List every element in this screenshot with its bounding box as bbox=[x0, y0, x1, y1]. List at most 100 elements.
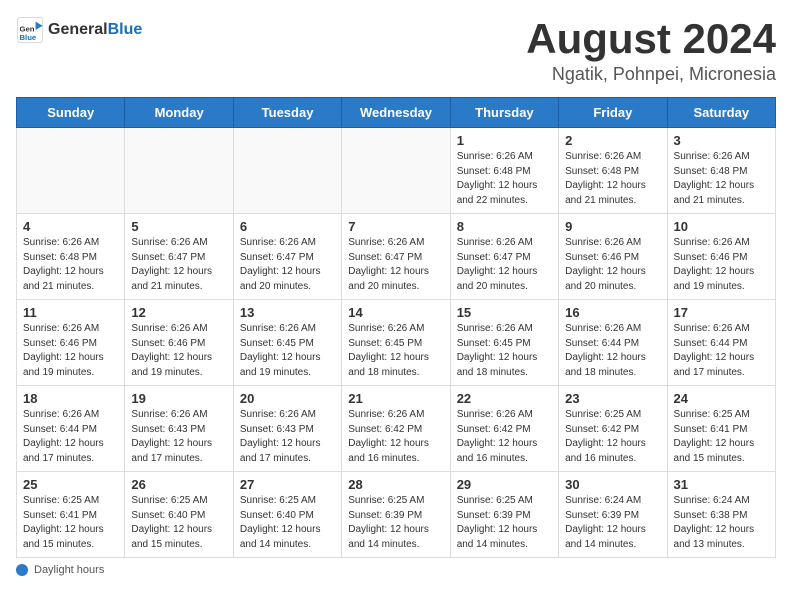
calendar-cell: 2Sunrise: 6:26 AM Sunset: 6:48 PM Daylig… bbox=[559, 128, 667, 214]
day-number: 3 bbox=[674, 133, 769, 148]
week-row-5: 25 Sunrise: 6:25 AM Sunset: 6:41 PM Dayli… bbox=[17, 472, 776, 558]
weekday-header-sunday: Sunday bbox=[17, 98, 125, 128]
day-number: 16 bbox=[565, 305, 660, 320]
day-number: 7 bbox=[348, 219, 443, 234]
calendar-cell: 21Sunrise: 6:26 AM Sunset: 6:42 PM Dayli… bbox=[342, 386, 450, 472]
calendar-cell: 15 Sunrise: 6:26 AM Sunset: 6:45 PM Dayli… bbox=[450, 300, 558, 386]
day-number: 23 bbox=[565, 391, 660, 406]
day-number: 12 bbox=[131, 305, 226, 320]
footer-note: Daylight hours bbox=[16, 564, 776, 576]
day-number: 11 bbox=[23, 305, 118, 320]
day-info: Sunrise: 6:24 AM Sunset: 6:39 PM Dayligh… bbox=[565, 494, 660, 552]
day-info: Sunrise: 6:25 AM Sunset: 6:41 PM Dayligh… bbox=[23, 494, 118, 552]
weekday-header-row: SundayMondayTuesdayWednesdayThursdayFrid… bbox=[17, 98, 776, 128]
day-info: Sunrise: 6:26 AM Sunset: 6:48 PM Dayligh… bbox=[674, 150, 769, 208]
day-number: 1 bbox=[457, 133, 552, 148]
day-info: Sunrise: 6:26 AM Sunset: 6:42 PM Dayligh… bbox=[457, 408, 552, 466]
day-number: 25 bbox=[23, 477, 118, 492]
weekday-header-thursday: Thursday bbox=[450, 98, 558, 128]
calendar-cell: 12Sunrise: 6:26 AM Sunset: 6:46 PM Dayli… bbox=[125, 300, 233, 386]
day-number: 6 bbox=[240, 219, 335, 234]
calendar-cell bbox=[342, 128, 450, 214]
day-info: Sunrise: 6:26 AM Sunset: 6:46 PM Dayligh… bbox=[565, 236, 660, 294]
logo-text: GeneralBlue bbox=[48, 21, 142, 39]
calendar-cell: 1 Sunrise: 6:26 AM Sunset: 6:48 PM Daylig… bbox=[450, 128, 558, 214]
day-number: 5 bbox=[131, 219, 226, 234]
day-number: 20 bbox=[240, 391, 335, 406]
day-number: 10 bbox=[674, 219, 769, 234]
calendar-cell: 10Sunrise: 6:26 AM Sunset: 6:46 PM Dayli… bbox=[667, 214, 775, 300]
day-info: Sunrise: 6:26 AM Sunset: 6:45 PM Dayligh… bbox=[348, 322, 443, 380]
day-number: 15 bbox=[457, 305, 552, 320]
svg-text:Blue: Blue bbox=[20, 33, 37, 42]
day-number: 27 bbox=[240, 477, 335, 492]
weekday-header-friday: Friday bbox=[559, 98, 667, 128]
day-number: 8 bbox=[457, 219, 552, 234]
calendar-cell: 18 Sunrise: 6:26 AM Sunset: 6:44 PM Dayli… bbox=[17, 386, 125, 472]
calendar-cell: 7 Sunrise: 6:26 AM Sunset: 6:47 PM Daylig… bbox=[342, 214, 450, 300]
logo-icon: Gen Blue bbox=[16, 16, 44, 44]
calendar-cell: 30 Sunrise: 6:24 AM Sunset: 6:39 PM Dayli… bbox=[559, 472, 667, 558]
day-number: 29 bbox=[457, 477, 552, 492]
calendar-cell: 14 Sunrise: 6:26 AM Sunset: 6:45 PM Dayli… bbox=[342, 300, 450, 386]
day-info: Sunrise: 6:26 AM Sunset: 6:43 PM Dayligh… bbox=[131, 408, 226, 466]
day-number: 24 bbox=[674, 391, 769, 406]
calendar-cell: 28Sunrise: 6:25 AM Sunset: 6:39 PM Dayli… bbox=[342, 472, 450, 558]
calendar-cell: 23Sunrise: 6:25 AM Sunset: 6:42 PM Dayli… bbox=[559, 386, 667, 472]
day-number: 30 bbox=[565, 477, 660, 492]
day-info: Sunrise: 6:26 AM Sunset: 6:47 PM Dayligh… bbox=[348, 236, 443, 294]
calendar-cell: 4 Sunrise: 6:26 AM Sunset: 6:48 PM Daylig… bbox=[17, 214, 125, 300]
day-number: 4 bbox=[23, 219, 118, 234]
weekday-header-monday: Monday bbox=[125, 98, 233, 128]
calendar-cell bbox=[125, 128, 233, 214]
calendar-cell: 24Sunrise: 6:25 AM Sunset: 6:41 PM Dayli… bbox=[667, 386, 775, 472]
daylight-dot bbox=[16, 564, 28, 576]
day-number: 22 bbox=[457, 391, 552, 406]
day-number: 18 bbox=[23, 391, 118, 406]
day-info: Sunrise: 6:26 AM Sunset: 6:44 PM Dayligh… bbox=[23, 408, 118, 466]
logo: Gen Blue GeneralBlue bbox=[16, 16, 142, 44]
calendar-cell: 29Sunrise: 6:25 AM Sunset: 6:39 PM Dayli… bbox=[450, 472, 558, 558]
day-number: 19 bbox=[131, 391, 226, 406]
day-info: Sunrise: 6:26 AM Sunset: 6:43 PM Dayligh… bbox=[240, 408, 335, 466]
day-info: Sunrise: 6:26 AM Sunset: 6:46 PM Dayligh… bbox=[23, 322, 118, 380]
day-number: 21 bbox=[348, 391, 443, 406]
subtitle: Ngatik, Pohnpei, Micronesia bbox=[526, 64, 776, 85]
logo-blue: Blue bbox=[108, 21, 143, 38]
day-info: Sunrise: 6:26 AM Sunset: 6:47 PM Dayligh… bbox=[131, 236, 226, 294]
calendar-cell: 27 Sunrise: 6:25 AM Sunset: 6:40 PM Dayli… bbox=[233, 472, 341, 558]
calendar-cell: 8 Sunrise: 6:26 AM Sunset: 6:47 PM Daylig… bbox=[450, 214, 558, 300]
calendar-cell: 17Sunrise: 6:26 AM Sunset: 6:44 PM Dayli… bbox=[667, 300, 775, 386]
day-info: Sunrise: 6:26 AM Sunset: 6:47 PM Dayligh… bbox=[457, 236, 552, 294]
day-number: 14 bbox=[348, 305, 443, 320]
main-title: August 2024 bbox=[526, 16, 776, 62]
calendar-cell: 20 Sunrise: 6:26 AM Sunset: 6:43 PM Dayli… bbox=[233, 386, 341, 472]
weekday-header-tuesday: Tuesday bbox=[233, 98, 341, 128]
daylight-label: Daylight hours bbox=[34, 564, 104, 576]
day-number: 9 bbox=[565, 219, 660, 234]
day-number: 13 bbox=[240, 305, 335, 320]
day-number: 2 bbox=[565, 133, 660, 148]
calendar-cell: 13 Sunrise: 6:26 AM Sunset: 6:45 PM Dayli… bbox=[233, 300, 341, 386]
calendar-cell: 3 Sunrise: 6:26 AM Sunset: 6:48 PM Daylig… bbox=[667, 128, 775, 214]
day-info: Sunrise: 6:26 AM Sunset: 6:45 PM Dayligh… bbox=[457, 322, 552, 380]
day-info: Sunrise: 6:25 AM Sunset: 6:40 PM Dayligh… bbox=[240, 494, 335, 552]
calendar-table: SundayMondayTuesdayWednesdayThursdayFrid… bbox=[16, 97, 776, 558]
day-info: Sunrise: 6:24 AM Sunset: 6:38 PM Dayligh… bbox=[674, 494, 769, 552]
header: Gen Blue GeneralBlue August 2024 Ngatik,… bbox=[16, 16, 776, 85]
calendar-cell: 16Sunrise: 6:26 AM Sunset: 6:44 PM Dayli… bbox=[559, 300, 667, 386]
weekday-header-wednesday: Wednesday bbox=[342, 98, 450, 128]
title-area: August 2024 Ngatik, Pohnpei, Micronesia bbox=[526, 16, 776, 85]
calendar-cell: 9 Sunrise: 6:26 AM Sunset: 6:46 PM Daylig… bbox=[559, 214, 667, 300]
day-info: Sunrise: 6:26 AM Sunset: 6:44 PM Dayligh… bbox=[674, 322, 769, 380]
calendar-cell bbox=[17, 128, 125, 214]
day-info: Sunrise: 6:25 AM Sunset: 6:40 PM Dayligh… bbox=[131, 494, 226, 552]
day-info: Sunrise: 6:26 AM Sunset: 6:48 PM Dayligh… bbox=[457, 150, 552, 208]
day-info: Sunrise: 6:26 AM Sunset: 6:45 PM Dayligh… bbox=[240, 322, 335, 380]
day-info: Sunrise: 6:26 AM Sunset: 6:48 PM Dayligh… bbox=[23, 236, 118, 294]
logo-general: General bbox=[48, 21, 108, 38]
week-row-4: 18 Sunrise: 6:26 AM Sunset: 6:44 PM Dayli… bbox=[17, 386, 776, 472]
calendar-cell: 31Sunrise: 6:24 AM Sunset: 6:38 PM Dayli… bbox=[667, 472, 775, 558]
calendar-cell: 5 Sunrise: 6:26 AM Sunset: 6:47 PM Daylig… bbox=[125, 214, 233, 300]
week-row-2: 4 Sunrise: 6:26 AM Sunset: 6:48 PM Daylig… bbox=[17, 214, 776, 300]
